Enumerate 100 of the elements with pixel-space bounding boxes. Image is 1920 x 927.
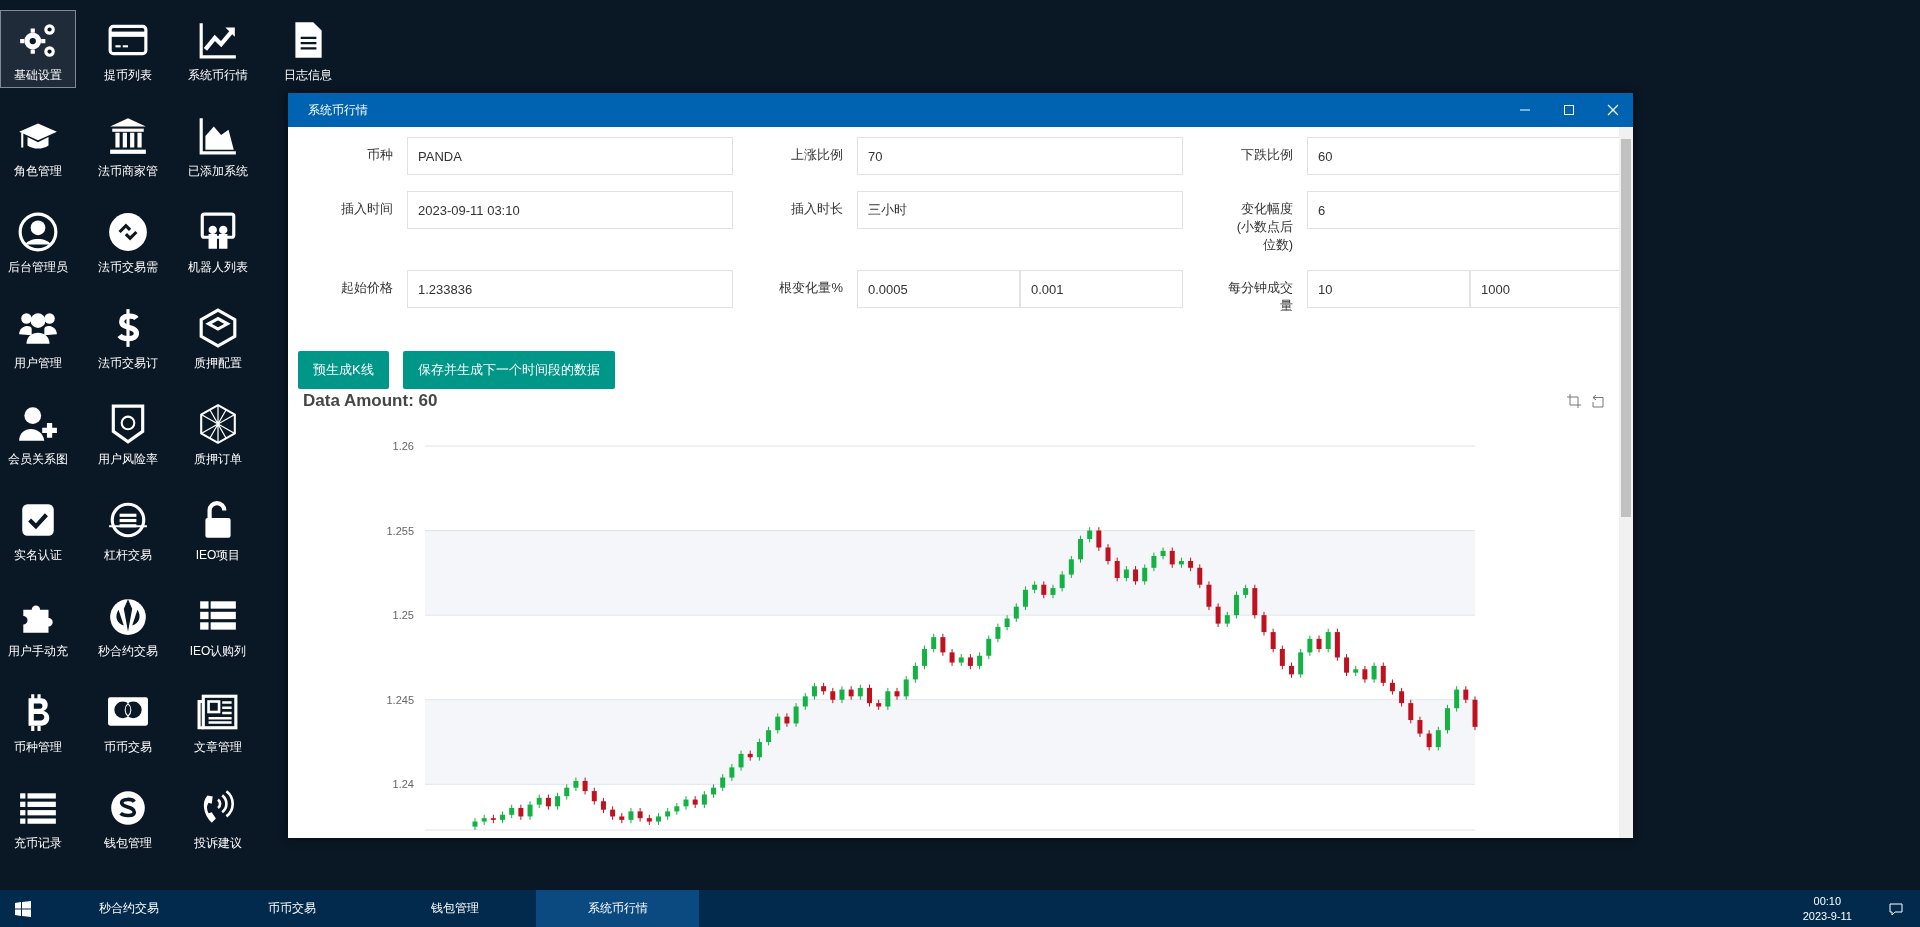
candlestick — [1408, 699, 1414, 724]
shortcut-label: 钱包管理 — [104, 835, 152, 852]
candlestick — [1298, 648, 1304, 679]
candlestick — [811, 682, 817, 701]
desktop-shortcut[interactable]: 币种管理 — [0, 682, 76, 760]
candlestick — [1445, 704, 1450, 735]
desktop-shortcut[interactable]: 秒合约交易 — [90, 586, 166, 664]
desktop-shortcut[interactable]: 系统币行情 — [180, 10, 256, 88]
desktop-shortcut[interactable]: 用户管理 — [0, 298, 76, 376]
desktop-shortcut[interactable]: 杠杆交易 — [90, 490, 166, 568]
input-field[interactable]: 2023-09-11 03:10 — [407, 191, 733, 229]
candlestick — [1114, 557, 1120, 582]
desktop-shortcut[interactable]: 会员关系图 — [0, 394, 76, 472]
candlestick — [1463, 685, 1469, 704]
candlestick — [1454, 685, 1460, 713]
candlestick — [1472, 695, 1478, 731]
windows-logo-icon[interactable] — [15, 900, 31, 917]
candlestick — [1344, 653, 1350, 677]
desktop-shortcut[interactable]: 充币记录 — [0, 778, 76, 856]
maximize-icon[interactable] — [1563, 104, 1575, 116]
restore-icon[interactable] — [1591, 394, 1605, 408]
input-field[interactable]: 10 — [1307, 270, 1470, 308]
candlestick — [977, 651, 983, 670]
candlestick — [766, 726, 772, 746]
input-field[interactable]: 0.001 — [1020, 270, 1183, 308]
candlestick — [894, 687, 900, 701]
shortcut-label: 提币列表 — [104, 67, 152, 84]
desktop-shortcut[interactable]: 用户风险率 — [90, 394, 166, 472]
desktop-shortcut[interactable]: IEO认购列 — [180, 586, 256, 664]
field-label: 插入时间 — [340, 200, 393, 218]
shortcut-label: IEO项目 — [195, 547, 241, 564]
desktop-shortcut[interactable]: 后台管理员 — [0, 202, 76, 280]
candlestick — [1206, 580, 1212, 611]
taskbar-item[interactable]: 钱包管理 — [373, 890, 536, 927]
shortcut-label: 币币交易 — [104, 739, 152, 756]
candlestick — [949, 648, 955, 667]
candlestick — [637, 807, 643, 823]
taskbar-item[interactable]: 系统币行情 — [536, 890, 699, 927]
action-button[interactable]: 保存并生成下一个时间段的数据 — [402, 351, 615, 389]
candlestick — [692, 795, 698, 809]
input-field[interactable]: 70 — [857, 137, 1183, 175]
desktop-shortcut[interactable]: 质押订单 — [180, 394, 256, 472]
input-field[interactable]: 1000 — [1470, 270, 1619, 308]
taskbar-item[interactable]: 币币交易 — [210, 890, 373, 927]
crop-icon[interactable] — [1567, 394, 1581, 408]
input-field[interactable]: PANDA — [407, 137, 733, 175]
shortcut-label: IEO认购列 — [189, 643, 247, 660]
shortcut-label: 质押配置 — [194, 355, 242, 372]
candlestick — [995, 623, 1001, 643]
desktop-shortcut[interactable]: 提币列表 — [90, 10, 166, 88]
candlestick — [1123, 565, 1129, 582]
candlestick — [646, 814, 652, 826]
desktop-shortcut[interactable]: 质押配置 — [180, 298, 256, 376]
taskbar-item[interactable]: 秒合约交易 — [47, 890, 210, 927]
shortcut-label: 充币记录 — [14, 835, 62, 852]
field-label: 根变化量% — [778, 279, 843, 297]
candlestick — [793, 702, 799, 728]
window-title: 系统币行情 — [308, 101, 368, 119]
input-field[interactable]: 1.233836 — [407, 270, 733, 308]
candlestick — [1371, 662, 1377, 684]
desktop-shortcut[interactable]: 法币交易订 — [90, 298, 166, 376]
desktop-shortcut[interactable]: 文章管理 — [180, 682, 256, 760]
candlestick — [536, 794, 542, 809]
candlestick — [701, 790, 707, 809]
candlestick — [1261, 611, 1267, 636]
chat-bubble-icon[interactable] — [1888, 900, 1904, 917]
hexagon-mesh-icon — [197, 403, 239, 445]
candlestick — [720, 773, 726, 792]
input-field[interactable]: 60 — [1307, 137, 1619, 175]
input-field[interactable]: 三小时 — [857, 191, 1183, 229]
close-icon[interactable] — [1607, 104, 1619, 116]
candlestick — [619, 812, 625, 824]
input-field[interactable]: 6 — [1307, 191, 1619, 229]
scrollbar[interactable] — [1619, 127, 1633, 838]
input-field[interactable]: 0.0005 — [857, 270, 1020, 308]
field-label: 起始价格 — [340, 279, 393, 297]
desktop-shortcut[interactable]: 用户手动充 — [0, 586, 76, 664]
shortcut-label: 用户管理 — [14, 355, 62, 372]
desktop-shortcut[interactable]: 机器人列表 — [180, 202, 256, 280]
desktop-shortcut[interactable]: 实名认证 — [0, 490, 76, 568]
candlestick — [1417, 716, 1423, 738]
link-circle-icon — [107, 211, 149, 253]
desktop-shortcut[interactable]: 已添加系统 — [180, 106, 256, 184]
desktop-shortcut[interactable]: IEO项目 — [180, 490, 256, 568]
desktop-shortcut[interactable]: 法币商家管 — [90, 106, 166, 184]
candlestick — [857, 684, 863, 701]
desktop-shortcut[interactable]: 角色管理 — [0, 106, 76, 184]
candlestick — [1004, 614, 1010, 631]
desktop-shortcut[interactable]: 钱包管理 — [90, 778, 166, 856]
shortcut-label: 币种管理 — [14, 739, 62, 756]
desktop-shortcut[interactable]: 基础设置 — [0, 10, 76, 88]
desktop-shortcut[interactable]: 投诉建议 — [180, 778, 256, 856]
candlestick — [967, 653, 973, 670]
candlestick — [775, 712, 781, 735]
desktop-shortcut[interactable]: 币币交易 — [90, 682, 166, 760]
desktop-shortcut[interactable]: 日志信息 — [270, 10, 346, 88]
desktop-shortcut[interactable]: 法币交易需 — [90, 202, 166, 280]
action-button[interactable]: 预生成K线 — [298, 351, 389, 389]
candlestick — [1178, 557, 1184, 569]
shortcut-label: 角色管理 — [14, 163, 62, 180]
